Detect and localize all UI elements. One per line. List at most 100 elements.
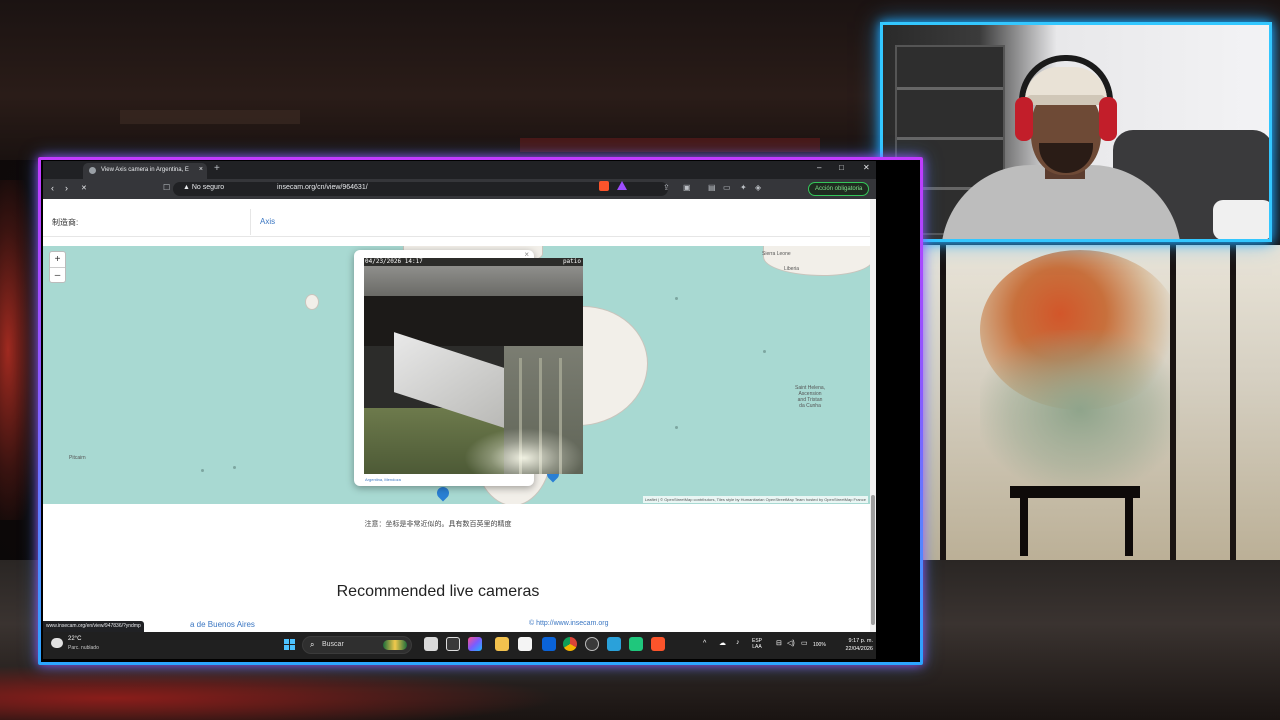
share-icon[interactable]: ⇪ (663, 183, 670, 192)
footer-copyright[interactable]: © http://www.insecam.org (529, 620, 608, 627)
taskbar-search[interactable]: ⌕ Buscar (302, 636, 412, 654)
system-clock[interactable]: 9:17 p. m. 22/04/2026 (833, 637, 873, 653)
weather-description: Parc. nublado (68, 645, 99, 651)
map-island-dot (675, 297, 678, 300)
browser-tab[interactable]: View Axis camera in Argentina, E × (83, 163, 207, 179)
battery-icon[interactable]: ▭ (801, 640, 808, 647)
shoji-bar (1170, 245, 1176, 575)
webcam-overlay (880, 22, 1272, 242)
dropbox-icon[interactable] (542, 637, 556, 651)
coordinates-note: 注意：坐标是非常近似的。具有数百英里的精度 (364, 521, 512, 528)
desktop-screen: View Axis camera in Argentina, E × + – □… (43, 161, 876, 659)
copilot-icon[interactable] (468, 637, 482, 651)
vpn-icon[interactable]: ◈ (755, 183, 761, 192)
bookmark-icon[interactable]: ☐ (163, 183, 170, 192)
maple-tree-painting (980, 250, 1180, 410)
notepad-icon[interactable] (518, 637, 532, 651)
language-bottom: LAA (752, 644, 762, 650)
tab-title: View Axis camera in Argentina, E (101, 167, 189, 173)
headphone-right (1099, 97, 1117, 141)
accion-obligatoria-button[interactable]: Acción obligatoria (808, 182, 870, 196)
obs-icon[interactable] (585, 637, 599, 651)
chrome-icon[interactable] (563, 637, 577, 651)
browser-tabbar: View Axis camera in Argentina, E × + – □… (43, 161, 876, 179)
map-label-pitcairn: Pitcairn (69, 455, 86, 461)
shelf-line (897, 137, 1003, 140)
table-leg (1020, 496, 1028, 556)
camera-popup: × 04/23/2026 14:17 patio Argentina, Mend… (354, 250, 583, 486)
cam-ceiling (364, 266, 583, 296)
page-scrollbar[interactable] (870, 199, 876, 659)
painted-screen (880, 245, 1280, 575)
task-view-icon[interactable] (424, 637, 438, 651)
map-island-dot (675, 426, 678, 429)
popup-location-link[interactable]: Argentina, Mendoza (365, 477, 401, 482)
manufacturer-link[interactable]: Axis (260, 217, 275, 226)
tray-chevron-icon[interactable]: ^ (703, 640, 706, 647)
recommended-heading: Recommended live cameras (336, 583, 540, 600)
url-text[interactable]: insecam.org/cn/view/964631/ (277, 184, 368, 191)
start-tile (284, 645, 289, 650)
minimize-button[interactable]: – (817, 163, 821, 172)
camera-snapshot[interactable]: 04/23/2026 14:17 patio (364, 258, 583, 474)
not-secure-label[interactable]: ▲ No seguro (183, 184, 224, 191)
new-tab-button[interactable]: + (214, 163, 220, 174)
cloud-icon (51, 638, 63, 648)
map-island-dot (201, 469, 204, 472)
low-table (1010, 486, 1140, 498)
beam (120, 110, 300, 124)
maple-tree-left (0, 180, 40, 520)
land-island (305, 294, 319, 310)
stop-loading-button[interactable]: ✕ (81, 184, 87, 192)
brave-shields-icon[interactable] (599, 181, 609, 191)
telegram-icon[interactable] (607, 637, 621, 651)
start-tile (290, 639, 295, 644)
camera-marker[interactable] (434, 484, 452, 502)
network-icon[interactable]: ⊟ (776, 640, 782, 647)
scroll-thumb[interactable] (871, 495, 875, 625)
cell-divider (250, 209, 251, 235)
favicon-icon (89, 167, 96, 174)
volume-icon[interactable]: ◁) (787, 640, 795, 647)
map-label-liberia: Liberia (784, 266, 800, 272)
language-indicator[interactable]: ESP LAA (752, 638, 762, 650)
tab-close-icon[interactable]: × (199, 166, 203, 173)
map-attribution[interactable]: Leaflet | © OpenStreetMap contributors, … (642, 496, 868, 503)
security-text: No seguro (191, 184, 225, 191)
headphone-left (1015, 97, 1033, 141)
cap-brim (1027, 95, 1105, 105)
search-highlight-image (383, 640, 407, 650)
forward-button[interactable]: › (65, 183, 68, 193)
leo-ai-icon[interactable]: ✦ (740, 183, 747, 192)
start-button[interactable] (284, 639, 296, 651)
cam-timestamp: 04/23/2026 14:17 (365, 258, 423, 265)
widgets-icon[interactable] (446, 637, 460, 651)
status-bar-url: www.insecam.org/en/view/947836/?yndmp (43, 621, 144, 632)
clock-time: 9:17 p. m. (848, 638, 873, 644)
brave-icon[interactable] (651, 637, 665, 651)
sidebar-icon[interactable]: ▤ (708, 183, 716, 192)
address-bar[interactable]: ▲ No seguro insecam.org/cn/view/964631/ … (173, 182, 670, 196)
microphone-icon[interactable]: ♪ (736, 639, 740, 646)
app-icon[interactable] (629, 637, 643, 651)
back-button[interactable]: ‹ (51, 183, 54, 193)
search-icon: ⌕ (310, 640, 315, 649)
brave-rewards-icon[interactable] (617, 181, 627, 190)
search-placeholder: Buscar (322, 641, 344, 648)
shoji-bar (1230, 245, 1236, 575)
map-label-saint-helena: Saint Helena, Ascension and Tristan da C… (795, 385, 826, 409)
recommended-camera-link[interactable]: a de Buenos Aires (190, 620, 255, 629)
zoom-in-button[interactable]: + (50, 252, 65, 267)
battery-percent: 100% (813, 642, 826, 648)
file-explorer-icon[interactable] (495, 637, 509, 651)
zoom-out-button[interactable]: – (50, 268, 65, 283)
maximize-button[interactable]: □ (839, 163, 844, 172)
manufacturer-row: 制造商: Axis (43, 207, 870, 237)
cam-light-glare (464, 428, 583, 474)
weather-temperature: 22°C (68, 636, 82, 642)
tray-cloud-icon[interactable]: ☁ (719, 640, 726, 647)
camera-location-map[interactable]: + – Pitcairn Sierra Leone Liberia Saint … (43, 246, 870, 504)
screenshot-icon[interactable]: ▣ (683, 183, 691, 192)
wallet-icon[interactable]: ▭ (723, 183, 731, 192)
close-window-button[interactable]: ✕ (863, 163, 870, 172)
